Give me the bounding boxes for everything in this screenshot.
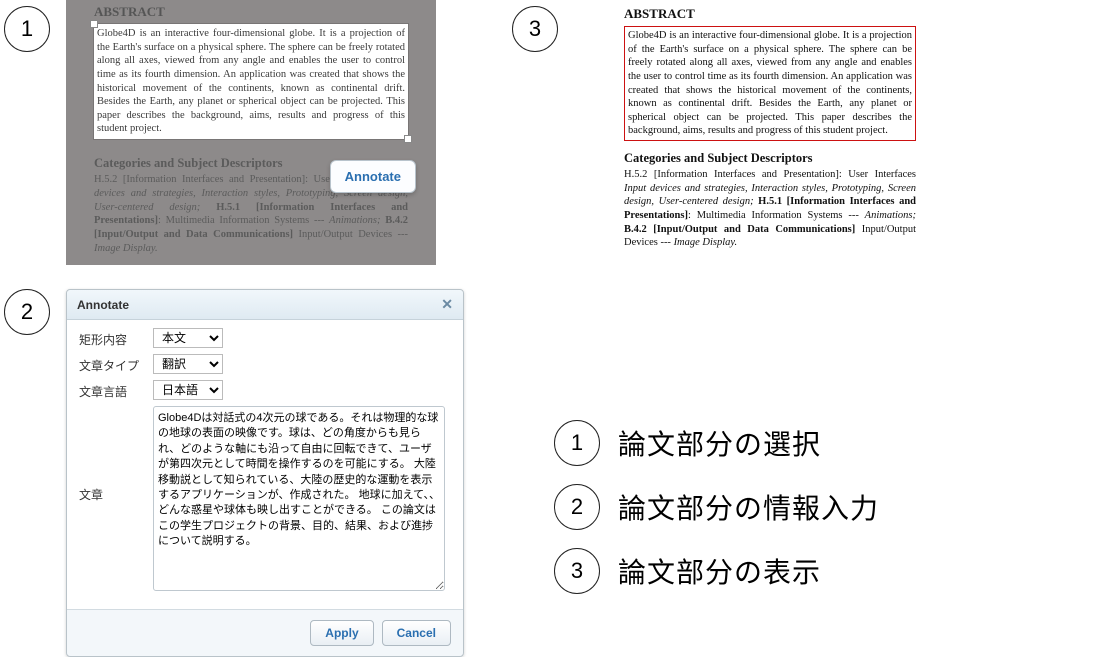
abstract-heading: ABSTRACT xyxy=(624,6,916,22)
annotate-popup-button[interactable]: Annotate xyxy=(330,160,416,193)
cancel-button[interactable]: Cancel xyxy=(382,620,451,646)
legend-text-1: 論文部分の選択 xyxy=(618,423,821,463)
translation-textarea[interactable]: Globe4Dは対話式の4次元の球である。それは物理的な球の地球の表面の映像です… xyxy=(153,406,445,591)
close-icon[interactable]: ✕ xyxy=(441,296,453,313)
apply-button[interactable]: Apply xyxy=(310,620,373,646)
text-type-label: 文章タイプ xyxy=(79,354,153,374)
step-badge-3: 3 xyxy=(512,6,558,52)
step-badge-1: 1 xyxy=(4,6,50,52)
annotate-dialog: Annotate ✕ 矩形内容 本文 文章タイプ 翻訳 文章言語 日本語 文章 … xyxy=(66,289,464,657)
selected-abstract-text[interactable]: Globe4D is an interactive four-dimension… xyxy=(94,24,408,139)
text-label: 文章 xyxy=(79,406,153,503)
legend-text-3: 論文部分の表示 xyxy=(618,551,821,591)
text-lang-label: 文章言語 xyxy=(79,380,153,400)
step-badge-2: 2 xyxy=(4,289,50,335)
text-type-select[interactable]: 翻訳 xyxy=(153,354,223,374)
selection-screenshot: ABSTRACT Globe4D is an interactive four-… xyxy=(66,0,436,265)
legend-badge-1: 1 xyxy=(554,420,600,466)
abstract-highlight-box[interactable]: Globe4D is an interactive four-dimension… xyxy=(624,26,916,141)
annotated-document-view: ABSTRACT Globe4D is an interactive four-… xyxy=(572,0,944,264)
rect-content-label: 矩形内容 xyxy=(79,328,153,348)
legend-badge-2: 2 xyxy=(554,484,600,530)
categories-heading: Categories and Subject Descriptors xyxy=(624,151,916,166)
legend-badge-3: 3 xyxy=(554,548,600,594)
rect-content-select[interactable]: 本文 xyxy=(153,328,223,348)
steps-legend: 1 論文部分の選択 2 論文部分の情報入力 3 論文部分の表示 xyxy=(554,420,879,612)
text-lang-select[interactable]: 日本語 xyxy=(153,380,223,400)
legend-text-2: 論文部分の情報入力 xyxy=(618,487,879,527)
categories-body: H.5.2 [Information Interfaces and Presen… xyxy=(624,168,916,250)
dialog-title: Annotate xyxy=(77,298,129,312)
